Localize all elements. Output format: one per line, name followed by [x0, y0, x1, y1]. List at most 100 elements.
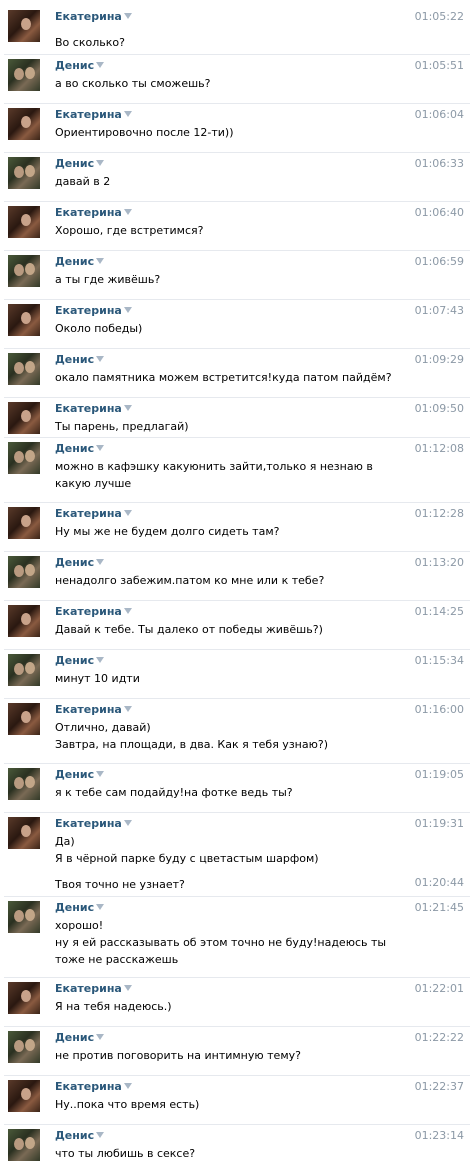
author-name[interactable]: Денис [55, 768, 105, 782]
avatar[interactable] [8, 304, 40, 336]
message-timestamp[interactable]: 01:09:50 [415, 402, 464, 416]
avatar[interactable] [8, 206, 40, 238]
avatar[interactable] [8, 556, 40, 588]
caret-down-icon[interactable] [96, 559, 105, 565]
author-name[interactable]: Денис [55, 59, 105, 73]
author-name-label[interactable]: Екатерина [55, 817, 122, 830]
author-name[interactable]: Екатерина [55, 507, 132, 521]
author-name-label[interactable]: Денис [55, 442, 94, 455]
author-name[interactable]: Денис [55, 556, 105, 570]
caret-down-icon[interactable] [123, 111, 132, 117]
author-name[interactable]: Екатерина [55, 605, 132, 619]
message-timestamp[interactable]: 01:14:25 [415, 605, 464, 619]
author-name[interactable]: Екатерина [55, 10, 132, 24]
author-name-label[interactable]: Денис [55, 901, 94, 914]
caret-down-icon[interactable] [96, 657, 105, 663]
author-name-label[interactable]: Екатерина [55, 304, 122, 317]
author-name[interactable]: Денис [55, 157, 105, 171]
author-name[interactable]: Денис [55, 442, 105, 456]
message-timestamp[interactable]: 01:07:43 [415, 304, 464, 318]
author-name-label[interactable]: Денис [55, 157, 94, 170]
author-name-label[interactable]: Екатерина [55, 108, 122, 121]
message-timestamp[interactable]: 01:05:22 [415, 10, 464, 24]
author-name-label[interactable]: Денис [55, 255, 94, 268]
author-name-label[interactable]: Екатерина [55, 507, 122, 520]
message-timestamp[interactable]: 01:12:28 [415, 507, 464, 521]
message-timestamp[interactable]: 01:06:59 [415, 255, 464, 269]
author-name-label[interactable]: Денис [55, 768, 94, 781]
author-name[interactable]: Екатерина [55, 304, 132, 318]
caret-down-icon[interactable] [96, 356, 105, 362]
author-name-label[interactable]: Денис [55, 59, 94, 72]
author-name-label[interactable]: Денис [55, 556, 94, 569]
caret-down-icon[interactable] [96, 1034, 105, 1040]
author-name[interactable]: Денис [55, 654, 105, 668]
avatar[interactable] [8, 703, 40, 735]
avatar[interactable] [8, 901, 40, 933]
avatar[interactable] [8, 982, 40, 1014]
author-name-label[interactable]: Екатерина [55, 10, 122, 23]
avatar[interactable] [8, 605, 40, 637]
message-timestamp[interactable]: 01:22:37 [415, 1080, 464, 1094]
author-name[interactable]: Денис [55, 1031, 105, 1045]
message-timestamp[interactable]: 01:06:40 [415, 206, 464, 220]
avatar[interactable] [8, 442, 40, 474]
message-timestamp[interactable]: 01:13:20 [415, 556, 464, 570]
author-name[interactable]: Екатерина [55, 1080, 132, 1094]
message-timestamp[interactable]: 01:19:31 [415, 817, 464, 831]
caret-down-icon[interactable] [123, 307, 132, 313]
author-name-label[interactable]: Денис [55, 654, 94, 667]
author-name-label[interactable]: Денис [55, 1129, 94, 1142]
caret-down-icon[interactable] [96, 771, 105, 777]
message-timestamp[interactable]: 01:12:08 [415, 442, 464, 456]
author-name[interactable]: Екатерина [55, 108, 132, 122]
author-name-label[interactable]: Денис [55, 353, 94, 366]
avatar[interactable] [8, 654, 40, 686]
message-timestamp[interactable]: 01:15:34 [415, 654, 464, 668]
author-name-label[interactable]: Екатерина [55, 982, 122, 995]
author-name-label[interactable]: Екатерина [55, 703, 122, 716]
avatar[interactable] [8, 255, 40, 287]
caret-down-icon[interactable] [123, 608, 132, 614]
message-timestamp[interactable]: 01:21:45 [415, 901, 464, 915]
avatar[interactable] [8, 402, 40, 434]
caret-down-icon[interactable] [96, 904, 105, 910]
caret-down-icon[interactable] [96, 1132, 105, 1138]
avatar[interactable] [8, 157, 40, 189]
author-name[interactable]: Екатерина [55, 817, 132, 831]
caret-down-icon[interactable] [123, 13, 132, 19]
caret-down-icon[interactable] [96, 258, 105, 264]
caret-down-icon[interactable] [123, 706, 132, 712]
message-timestamp[interactable]: 01:06:04 [415, 108, 464, 122]
author-name[interactable]: Екатерина [55, 703, 132, 717]
author-name-label[interactable]: Екатерина [55, 402, 122, 415]
message-timestamp[interactable]: 01:22:01 [415, 982, 464, 996]
avatar[interactable] [8, 817, 40, 849]
avatar[interactable] [8, 507, 40, 539]
caret-down-icon[interactable] [96, 62, 105, 68]
message-timestamp[interactable]: 01:06:33 [415, 157, 464, 171]
avatar[interactable] [8, 353, 40, 385]
message-timestamp[interactable]: 01:23:14 [415, 1129, 464, 1143]
avatar[interactable] [8, 1031, 40, 1063]
avatar[interactable] [8, 10, 40, 42]
avatar[interactable] [8, 1129, 40, 1161]
author-name[interactable]: Екатерина [55, 982, 132, 996]
author-name[interactable]: Денис [55, 901, 105, 915]
caret-down-icon[interactable] [96, 160, 105, 166]
author-name-label[interactable]: Екатерина [55, 206, 122, 219]
avatar[interactable] [8, 59, 40, 91]
avatar[interactable] [8, 768, 40, 800]
message-timestamp[interactable]: 01:19:05 [415, 768, 464, 782]
caret-down-icon[interactable] [123, 985, 132, 991]
caret-down-icon[interactable] [123, 1083, 132, 1089]
author-name[interactable]: Екатерина [55, 402, 132, 416]
caret-down-icon[interactable] [123, 405, 132, 411]
author-name[interactable]: Денис [55, 255, 105, 269]
author-name-label[interactable]: Екатерина [55, 1080, 122, 1093]
message-timestamp[interactable]: 01:20:44 [415, 876, 464, 890]
message-timestamp[interactable]: 01:09:29 [415, 353, 464, 367]
caret-down-icon[interactable] [123, 820, 132, 826]
caret-down-icon[interactable] [96, 445, 105, 451]
author-name[interactable]: Денис [55, 1129, 105, 1143]
